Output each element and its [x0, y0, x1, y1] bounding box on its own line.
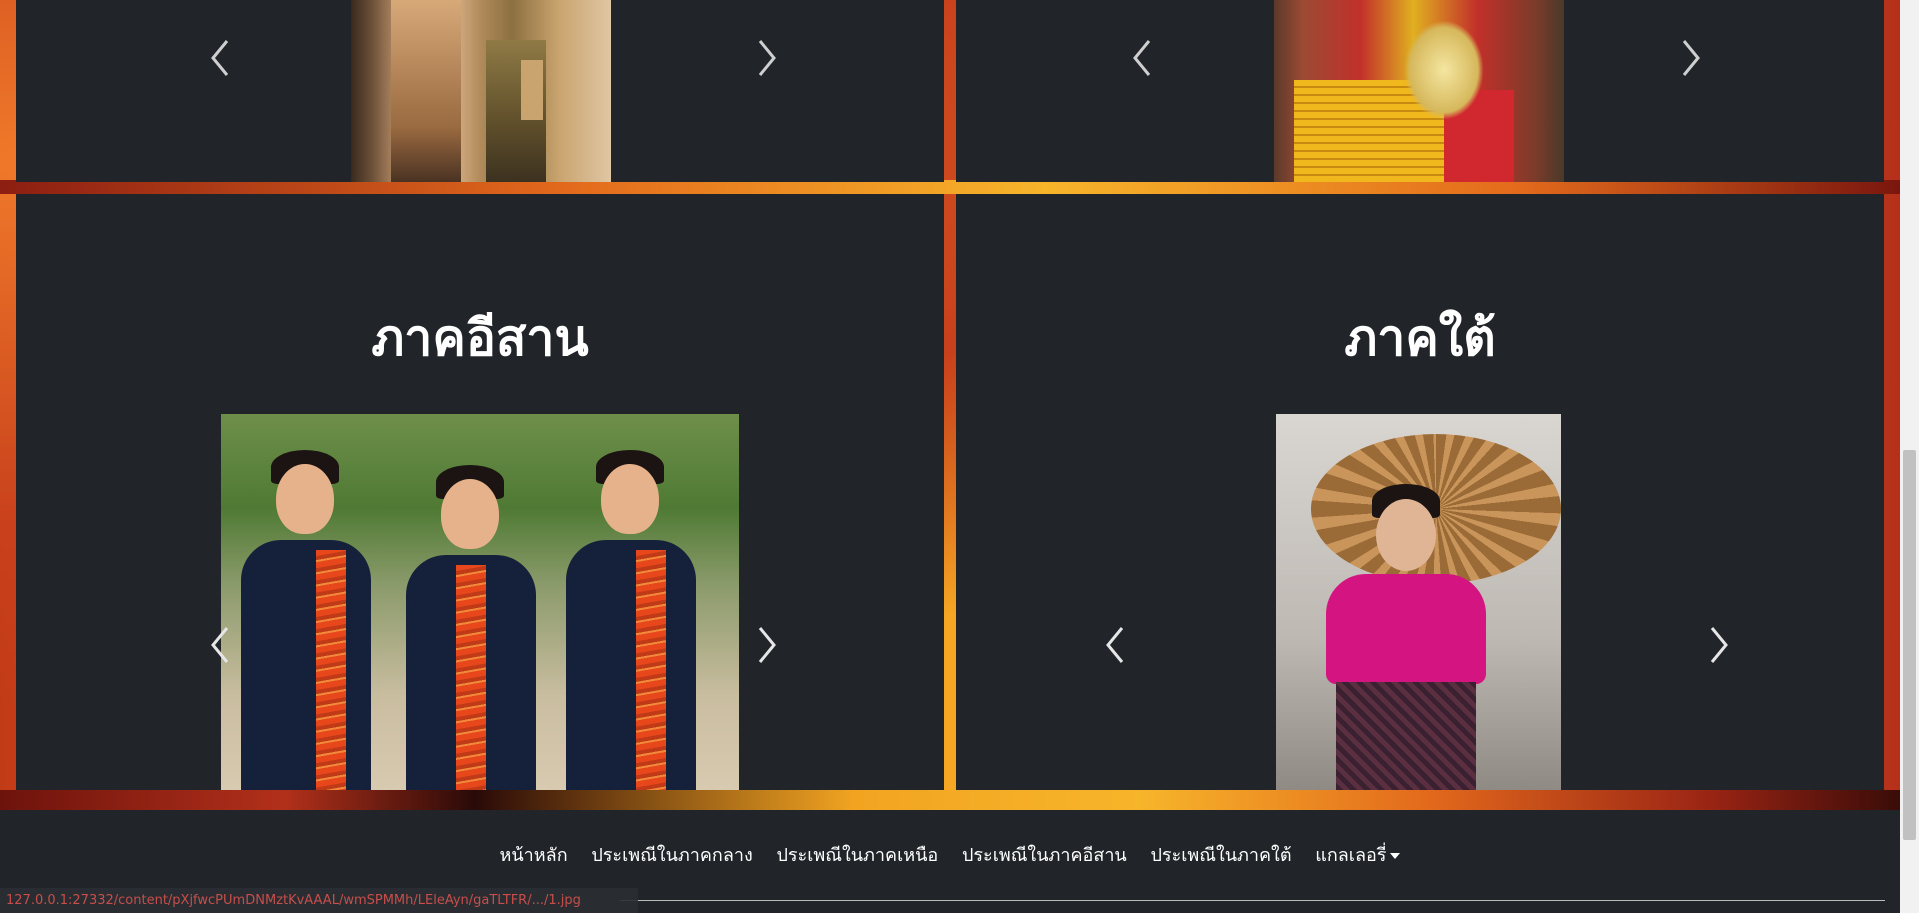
nav-item-south[interactable]: ประเพณีในภาคใต้: [1150, 840, 1291, 869]
region-title: ภาคใต้: [1344, 309, 1496, 367]
carousel-prev-button[interactable]: [201, 620, 241, 670]
carousel-prev-button[interactable]: [1123, 33, 1163, 83]
carousel-next-button[interactable]: [1698, 620, 1738, 670]
nav-item-isan[interactable]: ประเพณีในภาคอีสาน: [962, 840, 1127, 869]
region-title: ภาคอีสาน: [371, 309, 589, 367]
carousel-image: [1276, 414, 1561, 790]
nav-item-home[interactable]: หน้าหลัก: [500, 840, 568, 869]
carousel-next-button[interactable]: [1670, 33, 1710, 83]
isan-region-card: ภาคอีสาน: [16, 194, 944, 790]
nav-item-north[interactable]: ประเพณีในภาคเหนือ: [776, 840, 938, 869]
carousel-next-button[interactable]: [746, 620, 786, 670]
scrollbar-thumb[interactable]: [1903, 450, 1916, 840]
chevron-left-icon: [1133, 40, 1151, 76]
carousel-next-button[interactable]: [746, 33, 786, 83]
nav-item-gallery-dropdown[interactable]: แกลเลอรี่: [1315, 840, 1401, 869]
decorative-band: [0, 180, 1900, 194]
chevron-left-icon: [1106, 627, 1124, 663]
caret-down-icon: [1390, 853, 1401, 859]
carousel-image: [1274, 0, 1564, 182]
central-region-card: [16, 0, 944, 182]
carousel-prev-button[interactable]: [1096, 620, 1136, 670]
footer-divider: [620, 900, 1885, 901]
chevron-right-icon: [758, 627, 776, 663]
status-bar-url: 127.0.0.1:27332/content/pXjfwcPUmDNMztKv…: [0, 888, 638, 913]
gallery-label: แกลเลอรี่: [1315, 845, 1387, 866]
north-region-card: [956, 0, 1884, 182]
chevron-right-icon: [758, 40, 776, 76]
chevron-left-icon: [211, 40, 229, 76]
carousel-image: [221, 414, 739, 790]
south-region-card: ภาคใต้: [956, 194, 1884, 790]
carousel-prev-button[interactable]: [201, 33, 241, 83]
carousel-image: [351, 0, 611, 182]
footer-nav: หน้าหลัก ประเพณีในภาคกลาง ประเพณีในภาคเห…: [0, 840, 1900, 869]
nav-item-central[interactable]: ประเพณีในภาคกลาง: [591, 840, 752, 869]
chevron-right-icon: [1682, 40, 1700, 76]
decorative-bottom-band: [0, 790, 1900, 810]
chevron-right-icon: [1710, 627, 1728, 663]
chevron-left-icon: [211, 627, 229, 663]
